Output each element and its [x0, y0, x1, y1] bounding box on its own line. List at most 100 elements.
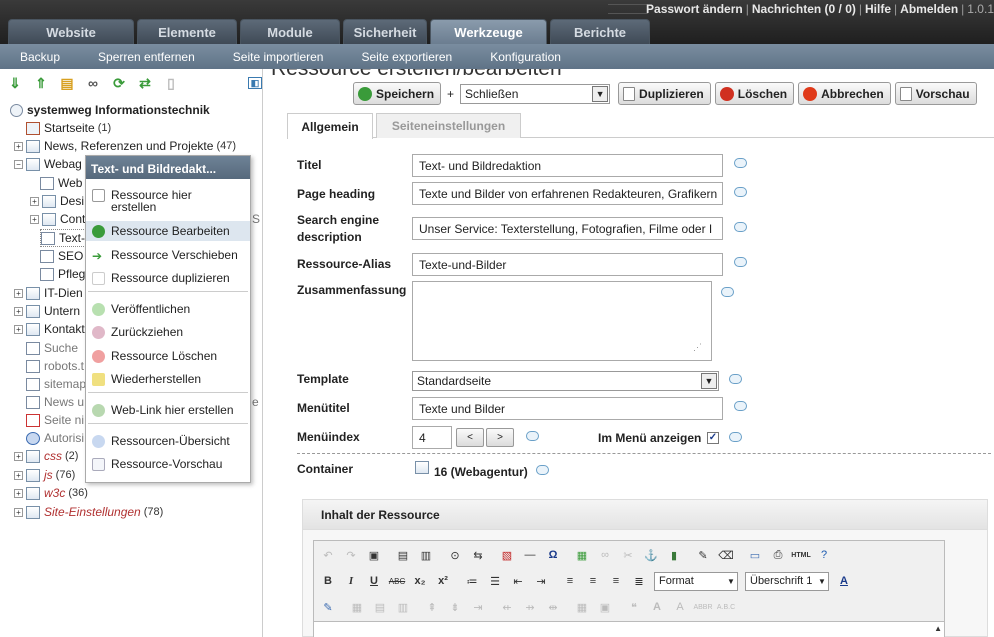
resize-handle-icon[interactable]: ⋰ [693, 342, 702, 353]
html-icon[interactable]: HTML [791, 547, 810, 563]
font-color-icon[interactable]: A [649, 599, 665, 615]
subnav-unlock[interactable]: Sperren entfernen [78, 50, 213, 64]
tree-item[interactable]: − Webag [14, 155, 82, 173]
paste-icon[interactable]: ▤ [395, 547, 411, 563]
menu-duplicate-resource[interactable]: Ressource duplizieren [86, 268, 250, 288]
help-icon[interactable] [734, 257, 747, 267]
replace-icon[interactable]: ⇆ [470, 547, 486, 563]
after-save-select[interactable]: Schließen ▼ [460, 83, 611, 104]
acronym-icon[interactable]: A.B.C [717, 599, 735, 615]
expand-icon[interactable]: + [14, 451, 23, 461]
help-icon[interactable] [729, 432, 742, 442]
subnav-config[interactable]: Konfiguration [470, 50, 579, 64]
link-logout[interactable]: Abmelden [900, 2, 958, 16]
help-circle-icon[interactable]: ? [816, 547, 832, 563]
expand-icon[interactable]: + [14, 141, 23, 151]
help-icon[interactable] [734, 187, 747, 197]
delete-button[interactable]: Löschen [714, 82, 795, 105]
subnav-export[interactable]: Seite exportieren [341, 50, 470, 64]
expand-icon[interactable]: + [14, 507, 23, 517]
tab-sicherheit[interactable]: Sicherheit [343, 19, 427, 44]
delete-col-icon[interactable]: ⇹ [545, 599, 561, 615]
tree-item[interactable]: Startseite (1) [26, 119, 111, 137]
help-icon[interactable] [734, 222, 747, 232]
media-icon[interactable]: ▮ [666, 547, 682, 563]
menu-create-weblink[interactable]: Web-Link hier erstellen [86, 400, 250, 420]
special-char-icon[interactable]: Ω [545, 547, 561, 563]
expand-icon[interactable]: + [14, 306, 23, 316]
trash-icon[interactable]: ▯ [162, 74, 180, 92]
tree-item[interactable]: + w3c (36) [14, 484, 88, 502]
decrement-button[interactable]: < [456, 428, 484, 447]
table-icon[interactable]: ▦ [349, 599, 365, 615]
styles-icon[interactable]: A [836, 573, 852, 589]
find-icon[interactable]: ⊙ [447, 547, 463, 563]
tree-item[interactable]: + Cont [30, 210, 85, 228]
search-engine-description-input[interactable]: Unser Service: Texterstellung, Fotografi… [412, 217, 723, 240]
help-icon[interactable] [721, 287, 734, 297]
tree-item-selected[interactable]: Text- [40, 229, 89, 247]
bullet-list-icon[interactable]: ≔ [464, 573, 480, 589]
indent-icon[interactable]: ⇥ [533, 573, 549, 589]
summary-textarea[interactable] [412, 281, 712, 361]
unlink-icon[interactable]: ✂ [620, 547, 636, 563]
subnav-backup[interactable]: Backup [0, 50, 78, 64]
table-row-props-icon[interactable]: ▤ [372, 599, 388, 615]
tree-item[interactable]: Web [40, 174, 82, 192]
tree-item[interactable]: SEO [40, 247, 83, 265]
preview-button[interactable]: Vorschau [894, 82, 977, 105]
split-cells-icon[interactable]: ▦ [574, 599, 590, 615]
page-heading-input[interactable]: Texte und Bilder von erfahrenen Redakteu… [412, 182, 723, 205]
align-right-icon[interactable]: ≡ [608, 573, 624, 589]
print-icon[interactable]: ⎙ [770, 547, 786, 563]
expand-all-icon[interactable]: ⇓ [6, 74, 24, 92]
alias-input[interactable]: Texte-und-Bilder [412, 253, 723, 276]
show-in-menu-checkbox[interactable]: ✓ [707, 432, 719, 444]
collapse-icon[interactable]: − [14, 159, 23, 169]
new-folder-icon[interactable]: ▤ [58, 74, 76, 92]
insert-col-before-icon[interactable]: ⇷ [499, 599, 515, 615]
help-icon[interactable] [536, 465, 549, 475]
menu-move-resource[interactable]: ➔ Ressource Verschieben [86, 245, 250, 265]
remove-format-icon[interactable]: ⌫ [718, 547, 734, 563]
link-change-password[interactable]: Passwort ändern [646, 2, 743, 16]
undo-icon[interactable]: ↶ [320, 547, 336, 563]
cancel-button[interactable]: Abbrechen [798, 82, 891, 105]
tab-website[interactable]: Website [8, 19, 134, 44]
menu-title-input[interactable]: Texte und Bilder [412, 397, 723, 420]
expand-icon[interactable]: + [14, 288, 23, 298]
title-input[interactable]: Text- und Bildredaktion [412, 154, 723, 177]
expand-icon[interactable]: + [30, 214, 39, 224]
tree-item[interactable]: robots.t [26, 357, 84, 375]
menu-resource-overview[interactable]: Ressourcen-Übersicht [86, 431, 250, 451]
sort-icon[interactable]: ⇄ [136, 74, 154, 92]
tree-item[interactable]: + js (76) [14, 466, 75, 484]
refresh-icon[interactable]: ⟳ [110, 74, 128, 92]
tree-item[interactable]: + Kontakt [14, 320, 85, 338]
table-cell-props-icon[interactable]: ▥ [395, 599, 411, 615]
align-center-icon[interactable]: ≡ [585, 573, 601, 589]
duplicate-button[interactable]: Duplizieren [618, 82, 711, 105]
subscript-icon[interactable]: x₂ [412, 573, 428, 589]
scroll-up-icon[interactable]: ▲ [934, 624, 942, 633]
new-link-icon[interactable]: ∞ [84, 74, 102, 92]
help-icon[interactable] [734, 401, 747, 411]
expand-icon[interactable]: + [30, 196, 39, 206]
underline-icon[interactable]: U [366, 573, 382, 589]
menu-index-input[interactable]: 4 [412, 426, 452, 449]
paste-word-icon[interactable]: ▥ [418, 547, 434, 563]
tree-item[interactable]: News u [26, 393, 84, 411]
tab-werkzeuge[interactable]: Werkzeuge [430, 19, 547, 44]
tree-item[interactable]: Pfleg [40, 265, 85, 283]
format-select[interactable]: Format ▼ [654, 571, 738, 591]
menu-unpublish[interactable]: Zurückziehen [86, 322, 250, 342]
heading-select[interactable]: Überschrift 1 ▼ [745, 571, 829, 591]
help-icon[interactable] [526, 431, 539, 441]
menu-resource-preview[interactable]: Ressource-Vorschau [86, 454, 250, 474]
menu-delete-resource[interactable]: Ressource Löschen [86, 346, 250, 366]
abbr-icon[interactable]: ABBR [693, 599, 712, 615]
insert-row-before-icon[interactable]: ⇞ [424, 599, 440, 615]
menu-create-resource[interactable]: Ressource hier erstellen [86, 186, 250, 218]
tree-item[interactable]: Suche [26, 339, 78, 357]
insert-row-after-icon[interactable]: ⇟ [447, 599, 463, 615]
